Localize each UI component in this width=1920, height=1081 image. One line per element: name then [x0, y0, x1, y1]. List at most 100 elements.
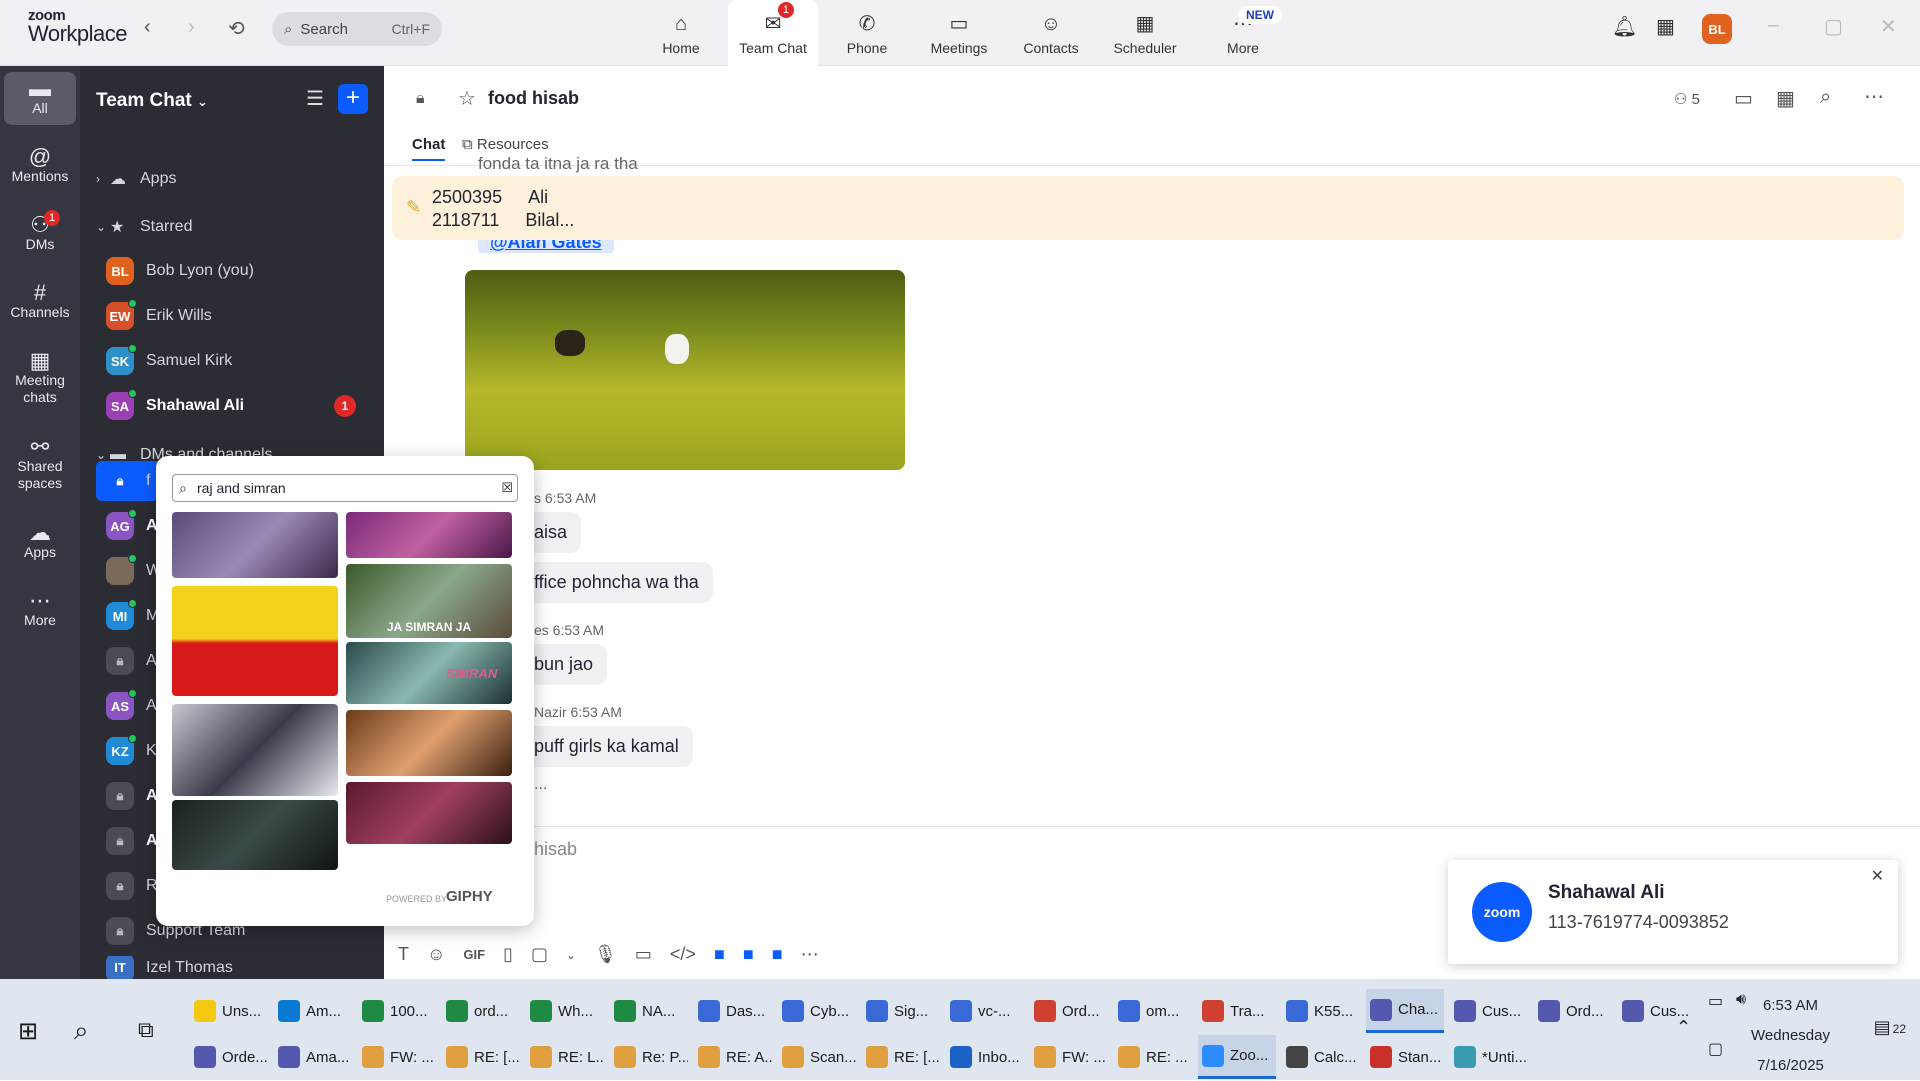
tab-team-chat[interactable]: ✉ 1 Team Chat: [728, 0, 818, 66]
more-options-icon[interactable]: ⋯: [1864, 84, 1884, 109]
rail-channels[interactable]: # Channels: [0, 282, 80, 321]
rail-more[interactable]: ⋯ More: [0, 590, 80, 629]
notification-center-icon[interactable]: ▤ 22: [1874, 1017, 1906, 1038]
gif-result[interactable]: [172, 586, 338, 696]
taskbar-app[interactable]: *Unti...: [1450, 1035, 1528, 1079]
gif-result[interactable]: [346, 782, 512, 844]
taskbar-app[interactable]: Uns...: [190, 989, 268, 1033]
panel-title[interactable]: Team Chat ⌄: [96, 90, 208, 112]
notification-toast[interactable]: zoom Shahawal Ali 113-7619774-0093852 ✕: [1448, 860, 1898, 964]
taskbar-app[interactable]: Tra...: [1198, 989, 1276, 1033]
taskbar-app[interactable]: Am...: [274, 989, 352, 1033]
user-avatar[interactable]: BL: [1702, 14, 1732, 44]
taskbar-app[interactable]: Das...: [694, 989, 772, 1033]
taskbar-app[interactable]: Re: P...: [610, 1035, 688, 1079]
tab-chat[interactable]: Chat: [412, 136, 446, 161]
rail-apps[interactable]: ☁ Apps: [0, 522, 80, 561]
maximize-icon[interactable]: ▢: [1824, 14, 1843, 39]
taskbar-app[interactable]: vc-...: [946, 989, 1024, 1033]
gif-result[interactable]: [346, 710, 512, 776]
gif-search-input[interactable]: ⌕ raj and simran ☒: [172, 474, 518, 502]
search-icon[interactable]: ⌕: [1820, 86, 1831, 109]
clear-icon[interactable]: ☒: [501, 475, 513, 501]
video-icon[interactable]: ▭: [1734, 86, 1753, 111]
close-icon[interactable]: ✕: [1871, 866, 1884, 886]
taskbar-app[interactable]: RE: ...: [1114, 1035, 1192, 1079]
tray-chevron-icon[interactable]: ⌃: [1676, 1017, 1691, 1038]
app-icon-2[interactable]: ■: [743, 944, 754, 965]
close-icon[interactable]: ✕: [1880, 14, 1897, 39]
shared-image[interactable]: [465, 270, 905, 470]
tab-meetings[interactable]: ▭ Meetings: [914, 0, 1004, 66]
display-icon[interactable]: ▢: [1708, 1039, 1723, 1059]
taskbar-app[interactable]: Sig...: [862, 989, 940, 1033]
message-bubble[interactable]: ffice pohncha wa tha: [520, 562, 713, 603]
apps-section[interactable]: › ☁ Apps: [80, 159, 384, 199]
taskbar-app[interactable]: Ama...: [274, 1035, 352, 1079]
rail-dms[interactable]: ⚇ 1 DMs: [0, 210, 80, 253]
taskbar-app[interactable]: FW: ...: [358, 1035, 436, 1079]
search-icon[interactable]: ⌕: [74, 1015, 89, 1047]
starred-item[interactable]: SA Shahawal Ali 1: [80, 386, 384, 426]
rail-mentions[interactable]: @ Mentions: [0, 146, 80, 185]
forward-arrow-icon[interactable]: ›: [188, 16, 195, 39]
taskbar-app[interactable]: Scan...: [778, 1035, 856, 1079]
rail-meeting-chats[interactable]: ▦ Meeting chats: [0, 350, 80, 406]
more-icon[interactable]: ⋯: [801, 944, 819, 965]
taskbar-app[interactable]: Calc...: [1282, 1035, 1360, 1079]
calendar-icon[interactable]: ▦: [1776, 86, 1795, 111]
tab-phone[interactable]: ✆ Phone: [822, 0, 912, 66]
gif-result[interactable]: [172, 704, 338, 796]
battery-icon[interactable]: ▭: [1708, 991, 1723, 1011]
taskbar-app[interactable]: Inbo...: [946, 1035, 1024, 1079]
taskbar-app[interactable]: RE: [...: [442, 1035, 520, 1079]
search-bar[interactable]: ⌕ Search Ctrl+F: [272, 12, 442, 46]
task-view-icon[interactable]: ⧉: [138, 1017, 154, 1043]
message-bubble[interactable]: puff girls ka kamal: [520, 726, 693, 767]
app-icon-3[interactable]: ■: [772, 944, 783, 965]
star-icon[interactable]: ☆: [458, 86, 476, 111]
system-clock[interactable]: 6:53 AM Wednesday 7/16/2025: [1751, 991, 1830, 1081]
history-icon[interactable]: ⟲: [228, 16, 245, 41]
starred-item[interactable]: BL Bob Lyon (you): [80, 251, 384, 291]
taskbar-app[interactable]: RE: [...: [862, 1035, 940, 1079]
taskbar-app[interactable]: Wh...: [526, 989, 604, 1033]
chat-title[interactable]: food hisab: [488, 88, 579, 109]
tab-contacts[interactable]: ☺ Contacts: [1006, 0, 1096, 66]
microphone-icon[interactable]: 🎙︎: [594, 944, 617, 965]
taskbar-app[interactable]: RE: L...: [526, 1035, 604, 1079]
members-count[interactable]: ⚇ 5: [1674, 90, 1700, 108]
tab-scheduler[interactable]: ▦ Scheduler: [1100, 0, 1190, 66]
taskbar-app[interactable]: Cus...: [1450, 989, 1528, 1033]
taskbar-app[interactable]: Orde...: [190, 1035, 268, 1079]
taskbar-app[interactable]: RE: A...: [694, 1035, 772, 1079]
rail-all[interactable]: ▬ All: [4, 72, 76, 125]
filter-icon[interactable]: ☰: [306, 86, 324, 111]
gif-result[interactable]: JA SIMRAN JA: [346, 564, 512, 638]
gif-icon[interactable]: GIF: [463, 947, 485, 962]
gif-result[interactable]: SIMRAN: [346, 642, 512, 704]
taskbar-app[interactable]: ord...: [442, 989, 520, 1033]
taskbar-app[interactable]: Stan...: [1366, 1035, 1444, 1079]
taskbar-app[interactable]: K55...: [1282, 989, 1360, 1033]
starred-item[interactable]: EW Erik Wills: [80, 296, 384, 336]
volume-icon[interactable]: 🔊︎: [1736, 991, 1746, 1009]
minimize-icon[interactable]: –: [1768, 14, 1779, 37]
windows-start-icon[interactable]: ⊞: [18, 1017, 38, 1046]
bell-icon[interactable]: 🔔︎: [1612, 14, 1637, 39]
file-icon[interactable]: ▯: [503, 944, 513, 965]
new-chat-button[interactable]: +: [338, 84, 368, 114]
taskbar-app[interactable]: NA...: [610, 989, 688, 1033]
taskbar-app[interactable]: Cha...: [1366, 989, 1444, 1033]
tab-home[interactable]: ⌂ Home: [636, 0, 726, 66]
starred-item[interactable]: SK Samuel Kirk: [80, 341, 384, 381]
taskbar-app[interactable]: Ord...: [1030, 989, 1108, 1033]
code-icon[interactable]: </>: [670, 944, 696, 965]
video-message-icon[interactable]: ▭: [635, 944, 652, 965]
taskbar-app[interactable]: om...: [1114, 989, 1192, 1033]
gif-result[interactable]: [346, 512, 512, 558]
channel-item[interactable]: IT Izel Thomas: [80, 956, 384, 979]
taskbar-app[interactable]: 100...: [358, 989, 436, 1033]
compose-input[interactable]: hisab: [534, 839, 577, 860]
taskbar-app[interactable]: Ord...: [1534, 989, 1612, 1033]
